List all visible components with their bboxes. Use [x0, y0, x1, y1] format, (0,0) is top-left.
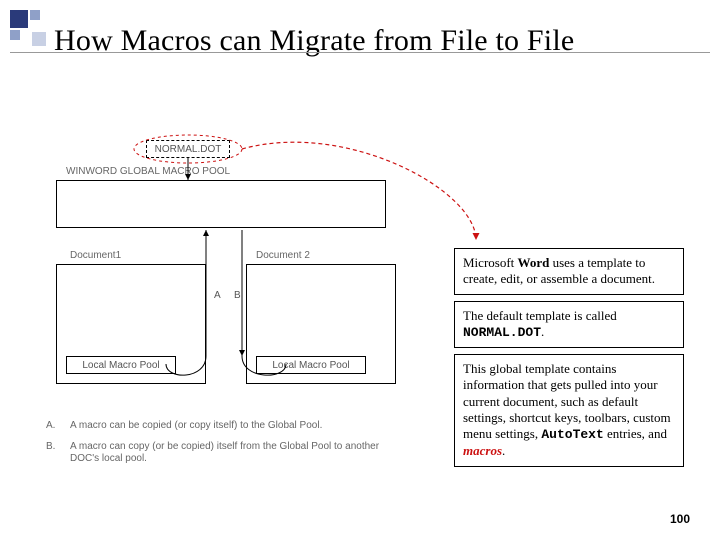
callout-1-word: Word: [518, 255, 550, 270]
callout-3-post: .: [502, 443, 505, 458]
note-b-tag: B.: [46, 441, 60, 466]
global-macro-pool-box: [56, 180, 386, 228]
callout-1: Microsoft Word uses a template to create…: [454, 248, 684, 295]
callout-3-macros: macros: [463, 443, 502, 458]
callout-1-pre: Microsoft: [463, 255, 518, 270]
callout-stack: Microsoft Word uses a template to create…: [454, 248, 684, 473]
divider: [10, 52, 710, 53]
callout-3-mid: entries, and: [604, 426, 667, 441]
callout-2-normaldot: NORMAL.DOT: [463, 325, 541, 340]
note-b-text: A macro can copy (or be copied) itself f…: [70, 441, 386, 466]
doc2-label: Document 2: [256, 250, 310, 261]
callout-2: The default template is called NORMAL.DO…: [454, 301, 684, 349]
arrow-b-label: B: [234, 290, 241, 301]
callout-3-autotext: AutoText: [541, 427, 603, 442]
note-a-text: A macro can be copied (or copy itself) t…: [70, 420, 386, 433]
local-pool-2-box: Local Macro Pool: [256, 356, 366, 374]
callout-2-pre: The default template is called: [463, 308, 617, 323]
corner-decoration: [10, 10, 50, 50]
global-pool-label: WINWORD GLOBAL MACRO POOL: [66, 166, 230, 177]
page-number: 100: [670, 512, 690, 526]
note-a-tag: A.: [46, 420, 60, 433]
diagram-notes: A. A macro can be copied (or copy itself…: [46, 420, 386, 474]
content-area: NORMAL.DOT WINWORD GLOBAL MACRO POOL Doc…: [46, 140, 684, 510]
arrow-a-label: A: [214, 290, 221, 301]
slide: How Macros can Migrate from File to File…: [0, 0, 720, 540]
normal-dot-box: NORMAL.DOT: [146, 140, 230, 158]
macro-migration-diagram: NORMAL.DOT WINWORD GLOBAL MACRO POOL Doc…: [46, 140, 416, 500]
callout-3: This global template contains informatio…: [454, 354, 684, 467]
note-a: A. A macro can be copied (or copy itself…: [46, 420, 386, 433]
callout-2-post: .: [541, 324, 544, 339]
local-pool-1-box: Local Macro Pool: [66, 356, 176, 374]
note-b: B. A macro can copy (or be copied) itsel…: [46, 441, 386, 466]
doc1-label: Document1: [70, 250, 121, 261]
slide-title: How Macros can Migrate from File to File: [54, 24, 684, 59]
